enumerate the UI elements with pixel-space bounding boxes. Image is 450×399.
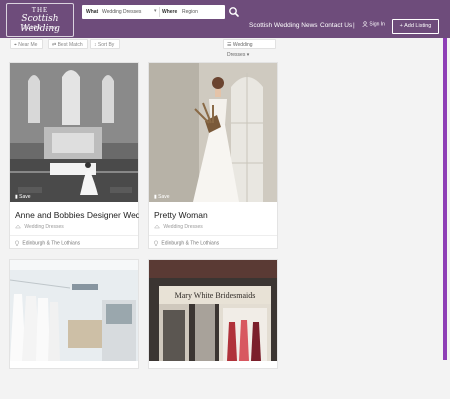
- listing-card[interactable]: Mary White Bridesmaids: [148, 259, 278, 369]
- category-label: Wedding Dresses: [24, 224, 64, 230]
- sliders-icon: ⇄: [52, 42, 57, 48]
- hanger-icon: [14, 224, 22, 229]
- where-label: Where: [162, 9, 178, 15]
- site-header: THE Scottish Wedding GUIDE .com What Wed…: [0, 0, 450, 38]
- category-label: Wedding Dresses: [163, 224, 203, 230]
- chevron-down-icon[interactable]: ▾: [154, 8, 157, 14]
- sort-by-label: Sort By: [97, 42, 115, 48]
- listing-category[interactable]: Wedding Dresses: [153, 224, 203, 230]
- sort-by-filter[interactable]: ↕ Sort By: [90, 39, 120, 49]
- listing-card[interactable]: ▮ Save Pretty Woman Wedding Dresses Edin…: [148, 62, 278, 249]
- listing-location: Edinburgh & The Lothians: [15, 240, 81, 247]
- nav-contact-link[interactable]: Contact Us: [320, 22, 352, 29]
- location-label: Edinburgh & The Lothians: [22, 240, 81, 247]
- nav-separator: |: [353, 22, 355, 29]
- listing-photo-church-interior[interactable]: [10, 63, 138, 202]
- search-icon: [229, 7, 239, 17]
- listing-title[interactable]: Anne and Bobbies Designer Wedding Dresse…: [15, 210, 139, 220]
- listing-card[interactable]: ▮ Save Anne and Bobbies Designer Wedding…: [9, 62, 139, 249]
- logo-line-3: GUIDE .com: [21, 26, 59, 31]
- category-dropdown[interactable]: ☰ Wedding Dresses ▾: [223, 39, 276, 58]
- listing-photo-storefront[interactable]: Mary White Bridesmaids: [149, 260, 277, 399]
- storefront-sign-text: Mary White Bridesmaids: [175, 291, 256, 300]
- sort-icon: ↕: [94, 42, 97, 48]
- bookmark-icon: ▮: [154, 194, 157, 200]
- location-label: Edinburgh & The Lothians: [161, 240, 220, 247]
- user-icon: [362, 21, 368, 28]
- listing-card[interactable]: [9, 259, 139, 369]
- nav-news-link[interactable]: Scottish Wedding News: [249, 22, 318, 29]
- logo-line-2: Scottish Wedding: [20, 14, 60, 34]
- map-pin-icon: [15, 240, 19, 247]
- site-logo[interactable]: THE Scottish Wedding GUIDE .com: [6, 3, 74, 37]
- save-label: Save: [19, 194, 31, 200]
- what-input[interactable]: Wedding Dresses: [102, 9, 141, 15]
- best-match-label: Best Match: [57, 42, 83, 48]
- listing-title[interactable]: Pretty Woman: [154, 210, 278, 220]
- what-label: What: [86, 9, 99, 15]
- chevron-down-icon: ▾: [246, 52, 250, 58]
- scrollbar[interactable]: [443, 38, 447, 360]
- search-button[interactable]: [228, 5, 240, 19]
- divider: [10, 235, 138, 236]
- save-label: Save: [158, 194, 170, 200]
- listing-photo-bridal-shop[interactable]: [10, 260, 138, 399]
- sign-in-label: Sign In: [369, 21, 385, 28]
- search-divider: [159, 7, 160, 17]
- list-icon: ☰: [227, 42, 232, 48]
- near-me-filter[interactable]: ⌖ Near Me: [10, 39, 43, 49]
- bookmark-icon: ▮: [15, 194, 18, 200]
- search-bar: What Wedding Dresses ▾ Where Region: [82, 5, 225, 19]
- divider: [149, 235, 277, 236]
- best-match-filter[interactable]: ⇄ Best Match: [48, 39, 88, 49]
- listing-photo-bride[interactable]: [149, 63, 277, 202]
- add-listing-button[interactable]: + Add Listing: [392, 19, 439, 34]
- near-me-label: Near Me: [18, 42, 38, 48]
- save-button[interactable]: ▮ Save: [154, 194, 170, 200]
- where-input[interactable]: Region: [182, 9, 198, 15]
- location-pin-icon: ⌖: [14, 42, 17, 48]
- listing-location: Edinburgh & The Lothians: [154, 240, 220, 247]
- save-button[interactable]: ▮ Save: [15, 194, 31, 200]
- listing-category[interactable]: Wedding Dresses: [14, 224, 64, 230]
- hanger-icon: [153, 224, 161, 229]
- logo-line-1: THE: [31, 6, 49, 14]
- sign-in-link[interactable]: Sign In: [362, 21, 385, 27]
- map-pin-icon: [154, 240, 158, 247]
